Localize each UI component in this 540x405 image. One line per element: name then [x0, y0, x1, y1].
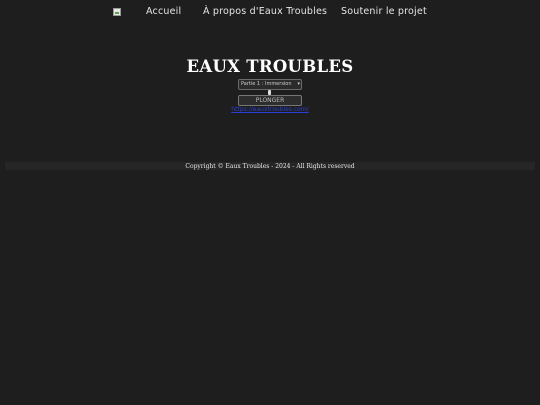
part-select[interactable]: Partie 1 : Immersion ▾ — [238, 79, 302, 90]
nav-link-a-propos[interactable]: À propos d'Eaux Troubles — [203, 6, 327, 17]
copyright-text: Copyright © Eaux Troubles - 2024 - All R… — [185, 162, 355, 170]
site-link[interactable]: https://eauxtroubles.com/ — [0, 106, 540, 113]
dive-button[interactable]: PLONGER — [238, 95, 302, 106]
part-select-value: Partie 1 : Immersion — [241, 81, 292, 87]
chevron-down-icon: ▾ — [297, 81, 300, 87]
page-title: EAUX TROUBLES — [186, 57, 354, 76]
broken-image-icon[interactable] — [113, 8, 121, 16]
footer: Copyright © Eaux Troubles - 2024 - All R… — [5, 162, 535, 170]
nav-link-accueil[interactable]: Accueil — [146, 6, 181, 17]
top-nav: Accueil À propos d'Eaux Troubles Souteni… — [0, 0, 540, 26]
page: Accueil À propos d'Eaux Troubles Souteni… — [0, 0, 540, 405]
nav-link-soutenir[interactable]: Soutenir le projet — [341, 6, 427, 17]
